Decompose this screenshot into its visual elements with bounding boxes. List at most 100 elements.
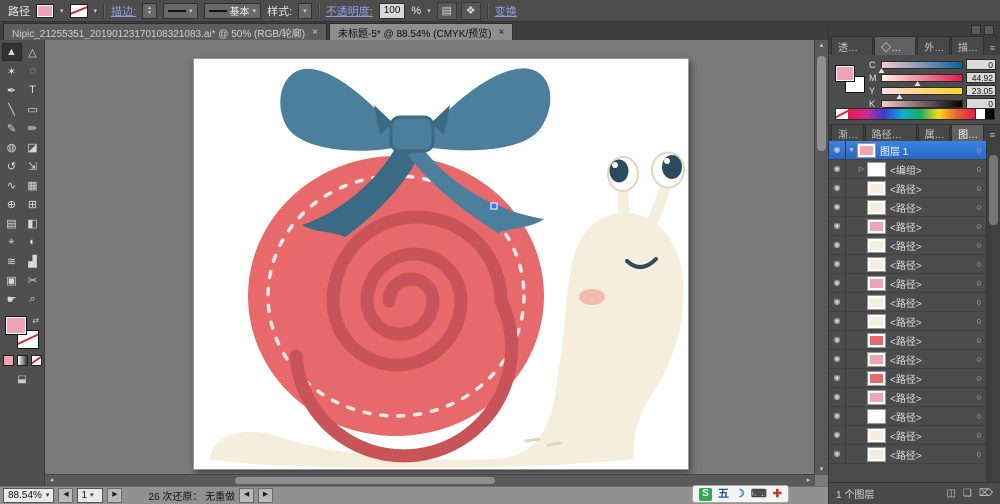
panel-fill-stroke-indicator[interactable] xyxy=(835,65,865,93)
scroll-left-icon[interactable]: ◂ xyxy=(45,475,58,486)
zoom-tool[interactable]: ⌕ xyxy=(23,290,43,308)
layer-thumbnail[interactable] xyxy=(867,447,886,462)
path-row[interactable]: ◉<路径>○ xyxy=(829,331,987,350)
layer-name-label[interactable]: <路径> xyxy=(890,447,971,462)
layer-thumbnail[interactable] xyxy=(867,295,886,310)
path-row[interactable]: ◉<路径>○ xyxy=(829,350,987,369)
layer-thumbnail[interactable] xyxy=(867,200,886,215)
artboard[interactable] xyxy=(193,58,689,470)
target-circle-icon[interactable]: ○ xyxy=(971,354,987,364)
c-value-field[interactable]: 0 xyxy=(966,59,996,70)
delete-layer-icon[interactable]: ⌦ xyxy=(979,488,993,499)
target-circle-icon[interactable]: ○ xyxy=(971,449,987,459)
screen-mode-button[interactable]: ⬓ xyxy=(0,374,44,385)
m-value-field[interactable]: 44.92 xyxy=(966,72,996,83)
slider-thumb[interactable] xyxy=(879,68,885,73)
visibility-eye-icon[interactable]: ◉ xyxy=(829,312,846,330)
target-circle-icon[interactable]: ○ xyxy=(971,240,987,250)
target-circle-icon[interactable]: ○ xyxy=(971,411,987,421)
status-forward-icon[interactable]: ▶ xyxy=(258,488,273,503)
zoom-level-field[interactable]: 88.54%▾ xyxy=(3,488,54,503)
target-circle-icon[interactable]: ○ xyxy=(971,297,987,307)
visibility-eye-icon[interactable]: ◉ xyxy=(829,426,846,444)
new-layer-icon[interactable]: ❏ xyxy=(963,488,972,499)
make-clipping-mask-icon[interactable]: ◫ xyxy=(946,488,955,499)
gradient-mode-button[interactable] xyxy=(17,355,28,366)
stroke-weight-link[interactable]: 描边: xyxy=(111,3,136,19)
visibility-eye-icon[interactable]: ◉ xyxy=(829,198,846,216)
layer-thumbnail[interactable] xyxy=(867,162,886,177)
target-circle-icon[interactable]: ○ xyxy=(971,430,987,440)
free-transform-tool[interactable]: ▦ xyxy=(23,176,43,194)
opacity-value-field[interactable]: 100 xyxy=(379,3,406,19)
visibility-eye-icon[interactable]: ◉ xyxy=(829,236,846,254)
layer-name-label[interactable]: <路径> xyxy=(890,219,971,234)
none-mode-button[interactable] xyxy=(31,355,42,366)
target-circle-icon[interactable]: ○ xyxy=(971,316,987,326)
input-settings-icon[interactable]: ✚ xyxy=(773,487,782,501)
column-graph-tool[interactable]: ▟ xyxy=(23,252,43,270)
next-page-icon[interactable]: ▶ xyxy=(107,488,122,503)
path-row[interactable]: ◉<路径>○ xyxy=(829,179,987,198)
status-back-icon[interactable]: ◀ xyxy=(239,488,254,503)
layer-thumbnail[interactable] xyxy=(857,143,876,158)
vertical-scroll-thumb[interactable] xyxy=(817,56,826,151)
tab-图层[interactable]: 图层 xyxy=(951,123,984,142)
layer-thumbnail[interactable] xyxy=(867,181,886,196)
variable-width-dropdown[interactable]: ▾ xyxy=(163,3,198,19)
style-dropdown[interactable]: ▾ xyxy=(298,3,312,19)
layer-name-label[interactable]: <路径> xyxy=(890,295,971,310)
layer-row[interactable]: ◉▼图层 1○ xyxy=(829,141,987,160)
y-value-field[interactable]: 23.05 xyxy=(966,85,996,96)
tab-渐变[interactable]: 渐变 xyxy=(831,123,864,142)
width-tool[interactable]: ∿ xyxy=(2,176,22,194)
symbol-sprayer-tool[interactable]: ≋ xyxy=(2,252,22,270)
expand-triangle-icon[interactable]: ▷ xyxy=(856,165,867,173)
none-swatch[interactable] xyxy=(836,109,848,119)
target-circle-icon[interactable]: ○ xyxy=(971,335,987,345)
path-row[interactable]: ◉<路径>○ xyxy=(829,274,987,293)
direct-selection-tool[interactable]: △ xyxy=(23,43,43,61)
layer-name-label[interactable]: <路径> xyxy=(890,314,971,329)
white-swatch[interactable] xyxy=(975,109,985,119)
horizontal-scroll-thumb[interactable] xyxy=(235,477,495,484)
halfwidth-moon-icon[interactable]: ☽ xyxy=(735,487,745,501)
layer-thumbnail[interactable] xyxy=(867,238,886,253)
scroll-up-icon[interactable]: ▴ xyxy=(815,40,828,51)
transform-link[interactable]: 变换 xyxy=(495,3,517,19)
type-tool[interactable]: T xyxy=(23,81,43,99)
tab-颜色[interactable]: ◇颜色 xyxy=(874,36,916,55)
path-row[interactable]: ◉<路径>○ xyxy=(829,198,987,217)
layer-thumbnail[interactable] xyxy=(867,352,886,367)
target-circle-icon[interactable]: ○ xyxy=(971,145,987,155)
group-row[interactable]: ◉▷<编组>○ xyxy=(829,160,987,179)
pen-tool[interactable]: ✒ xyxy=(2,81,22,99)
path-row[interactable]: ◉ <路径>○ xyxy=(829,445,987,464)
layer-thumbnail[interactable] xyxy=(867,428,886,443)
layer-name-label[interactable]: 图层 1 xyxy=(880,143,971,158)
rectangle-tool[interactable]: ▭ xyxy=(23,100,43,118)
panel-fill-swatch[interactable] xyxy=(835,65,855,82)
fill-color-swatch[interactable] xyxy=(36,4,54,18)
layer-name-label[interactable]: <路径> xyxy=(890,276,971,291)
visibility-eye-icon[interactable]: ◉ xyxy=(829,445,846,463)
path-row[interactable]: ◉<路径>○ xyxy=(829,236,987,255)
document-tab-1[interactable]: Nipic_21255351_20190123170108321083.ai* … xyxy=(3,23,327,40)
path-row[interactable]: ◉<路径>○ xyxy=(829,255,987,274)
visibility-eye-icon[interactable]: ◉ xyxy=(829,160,846,178)
shape-builder-tool[interactable]: ⊕ xyxy=(2,195,22,213)
lasso-tool[interactable]: ◌ xyxy=(23,62,43,80)
layer-name-label[interactable]: <路径> xyxy=(890,428,971,443)
fill-dropdown-icon[interactable]: ▾ xyxy=(60,7,64,15)
document-setup-icon[interactable]: ▤ xyxy=(437,2,457,20)
target-circle-icon[interactable]: ○ xyxy=(971,164,987,174)
visibility-eye-icon[interactable]: ◉ xyxy=(829,369,846,387)
target-circle-icon[interactable]: ○ xyxy=(971,183,987,193)
layer-thumbnail[interactable] xyxy=(867,390,886,405)
layer-name-label[interactable]: <路径> xyxy=(890,390,971,405)
layer-thumbnail[interactable] xyxy=(867,314,886,329)
layer-name-label[interactable]: <路径> xyxy=(890,371,971,386)
first-page-icon[interactable]: ◀ xyxy=(58,488,73,503)
target-circle-icon[interactable]: ○ xyxy=(971,392,987,402)
layer-name-label[interactable]: <路径> xyxy=(890,257,971,272)
